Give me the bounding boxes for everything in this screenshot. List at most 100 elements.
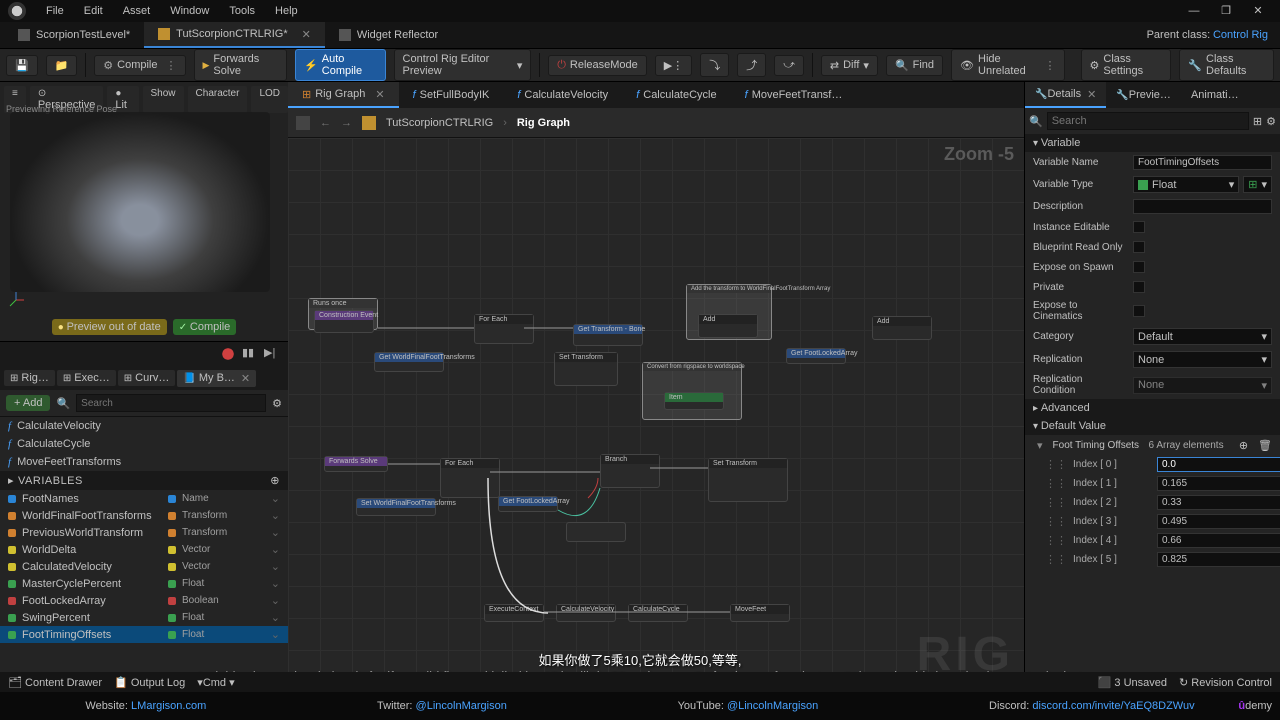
add-array-element-icon[interactable]: ⊕: [1239, 439, 1248, 452]
func-move-feet-transforms[interactable]: fMoveFeetTransforms: [0, 453, 288, 471]
drag-handle-icon[interactable]: ⋮⋮: [1045, 553, 1067, 566]
link-website[interactable]: LMargison.com: [131, 700, 206, 712]
tab-animation[interactable]: Animati…: [1181, 82, 1249, 108]
viewport-compile-button[interactable]: ✓ Compile: [173, 319, 237, 335]
small-node[interactable]: [566, 522, 626, 542]
tab-close-icon[interactable]: ✕: [302, 28, 311, 41]
breadcrumb-leaf[interactable]: Rig Graph: [517, 117, 570, 129]
step-forward-button[interactable]: ▶|: [264, 346, 280, 362]
chevron-icon[interactable]: ⌄: [271, 594, 280, 607]
variable-row-footlockedarray[interactable]: FootLockedArrayBoolean⌄: [0, 592, 288, 609]
set-transform-node[interactable]: Set Transform: [708, 458, 788, 502]
tab-execution[interactable]: ⊞Exec…: [57, 370, 116, 386]
tab-details[interactable]: 🔧Details✕: [1025, 82, 1106, 108]
sequence-node-4[interactable]: MoveFeet: [730, 604, 790, 622]
tab-curves[interactable]: ⊞Curv…: [118, 370, 176, 386]
sequence-node-1[interactable]: ExecuteContext: [484, 604, 544, 622]
chevron-icon[interactable]: ⌄: [271, 543, 280, 556]
step-2-button[interactable]: ⤴: [737, 53, 766, 77]
preview-mode-dropdown[interactable]: Control Rig Editor Preview ▾: [394, 49, 532, 81]
clear-array-icon[interactable]: 🗑: [1258, 439, 1272, 452]
doc-tab-widget[interactable]: Widget Reflector: [325, 22, 452, 48]
chevron-icon[interactable]: ⌄: [271, 628, 280, 641]
input-variable-name[interactable]: [1133, 155, 1272, 170]
nav-back-icon[interactable]: ←: [320, 117, 331, 129]
blueprint-search-input[interactable]: [76, 394, 266, 412]
add-node-2[interactable]: Add: [872, 316, 932, 340]
link-twitter[interactable]: @LincolnMargison: [416, 700, 507, 712]
variable-row-swingpercent[interactable]: SwingPercentFloat⌄: [0, 609, 288, 626]
checkbox-expose-on-spawn[interactable]: [1133, 261, 1145, 273]
array-value-input[interactable]: [1157, 533, 1280, 548]
revision-control-button[interactable]: ↻ Revision Control: [1179, 676, 1272, 689]
tab-rig-hierarchy[interactable]: ⊞Rig…: [4, 370, 55, 386]
tab-calculatecycle[interactable]: fCalculateCycle: [622, 82, 730, 108]
link-discord[interactable]: discord.com/invite/YaEQ8DZWuv: [1032, 700, 1194, 712]
parent-class-link[interactable]: Control Rig: [1213, 29, 1268, 41]
variable-row-previousworldtransform[interactable]: PreviousWorldTransformTransform⌄: [0, 524, 288, 541]
tab-calculatevelocity[interactable]: fCalculateVelocity: [503, 82, 622, 108]
checkbox-private[interactable]: [1133, 281, 1145, 293]
record-button[interactable]: [220, 346, 236, 362]
add-node[interactable]: Add: [698, 314, 758, 338]
output-log-button[interactable]: 📋 Output Log: [114, 676, 185, 689]
menu-edit[interactable]: Edit: [74, 5, 113, 17]
variable-row-footnames[interactable]: FootNamesName⌄: [0, 490, 288, 507]
array-value-input[interactable]: [1157, 476, 1280, 491]
chevron-icon[interactable]: ⌄: [271, 526, 280, 539]
nav-fwd-icon[interactable]: →: [341, 117, 352, 129]
unsaved-badge[interactable]: ⬛ 3 Unsaved: [1098, 676, 1167, 689]
axis-gizmo-icon[interactable]: [6, 290, 26, 313]
drag-handle-icon[interactable]: ⋮⋮: [1045, 458, 1067, 471]
array-value-input[interactable]: [1157, 552, 1280, 567]
func-calculate-velocity[interactable]: fCalculateVelocity: [0, 417, 288, 435]
foreach-node[interactable]: For Each: [474, 314, 534, 344]
grid-icon[interactable]: ⊞: [1253, 115, 1262, 128]
bookmark-icon[interactable]: [296, 116, 310, 130]
save-button[interactable]: 💾: [6, 55, 38, 76]
tab-my-blueprint[interactable]: 📘My B…✕: [177, 370, 256, 387]
func-calculate-cycle[interactable]: fCalculateCycle: [0, 435, 288, 453]
sequence-node-2[interactable]: CalculateVelocity: [556, 604, 616, 622]
branch-node[interactable]: Branch: [600, 454, 660, 488]
minimize-button[interactable]: —: [1180, 2, 1208, 20]
section-variable[interactable]: ▾ Variable: [1025, 134, 1280, 152]
item-node[interactable]: Item: [664, 392, 724, 410]
dropdown-replication[interactable]: None▾: [1133, 351, 1272, 368]
viewport-panel[interactable]: ≡ ⊙ Perspective ● Lit Show Character LOD…: [0, 82, 288, 342]
foreach-node-2[interactable]: For Each: [440, 458, 500, 498]
doc-tab-level[interactable]: ScorpionTestLevel*: [4, 22, 144, 48]
step-1-button[interactable]: ⤵: [700, 53, 729, 77]
pause-button[interactable]: ▮▮: [242, 346, 258, 362]
chevron-icon[interactable]: ⌄: [271, 492, 280, 505]
step-3-button[interactable]: ⤻: [774, 55, 804, 76]
cmd-dropdown[interactable]: ▾Cmd ▾: [197, 676, 234, 689]
run-button[interactable]: ▶⋮: [655, 55, 692, 76]
class-settings-button[interactable]: ⚙Class Settings: [1081, 49, 1172, 81]
dropdown-variable-type[interactable]: Float▾: [1133, 176, 1239, 193]
hide-unrelated-button[interactable]: 👁Hide Unrelated⋮: [951, 49, 1064, 81]
section-default-value[interactable]: ▾ Default Value: [1025, 417, 1280, 435]
array-value-input[interactable]: [1157, 514, 1280, 529]
menu-file[interactable]: File: [36, 5, 74, 17]
tab-preview-scene[interactable]: 🔧Previe…: [1106, 82, 1181, 108]
variable-set-node[interactable]: Set WorldFinalFootTransforms: [356, 498, 436, 516]
variables-section-header[interactable]: ▸VARIABLES⊕: [0, 471, 288, 490]
settings-icon[interactable]: ⚙: [1266, 115, 1276, 128]
array-value-input[interactable]: [1157, 457, 1280, 472]
settings-icon[interactable]: ⚙: [272, 397, 282, 410]
checkbox-instance-editable[interactable]: [1133, 221, 1145, 233]
sequence-node-3[interactable]: CalculateCycle: [628, 604, 688, 622]
input-description[interactable]: [1133, 199, 1272, 214]
variable-row-foottimingoffsets[interactable]: FootTimingOffsetsFloat⌄: [0, 626, 288, 643]
menu-help[interactable]: Help: [265, 5, 308, 17]
preview-out-of-date-badge[interactable]: ● Preview out of date: [52, 319, 167, 335]
chevron-icon[interactable]: ⌄: [271, 509, 280, 522]
close-button[interactable]: ✕: [1244, 2, 1272, 20]
variable-row-mastercyclepercent[interactable]: MasterCyclePercentFloat⌄: [0, 575, 288, 592]
dropdown-category[interactable]: Default▾: [1133, 328, 1272, 345]
maximize-button[interactable]: ❐: [1212, 2, 1240, 20]
viewport-lod-button[interactable]: LOD: [251, 86, 288, 113]
browse-button[interactable]: 📁: [46, 55, 78, 76]
variable-row-calculatedvelocity[interactable]: CalculatedVelocityVector⌄: [0, 558, 288, 575]
